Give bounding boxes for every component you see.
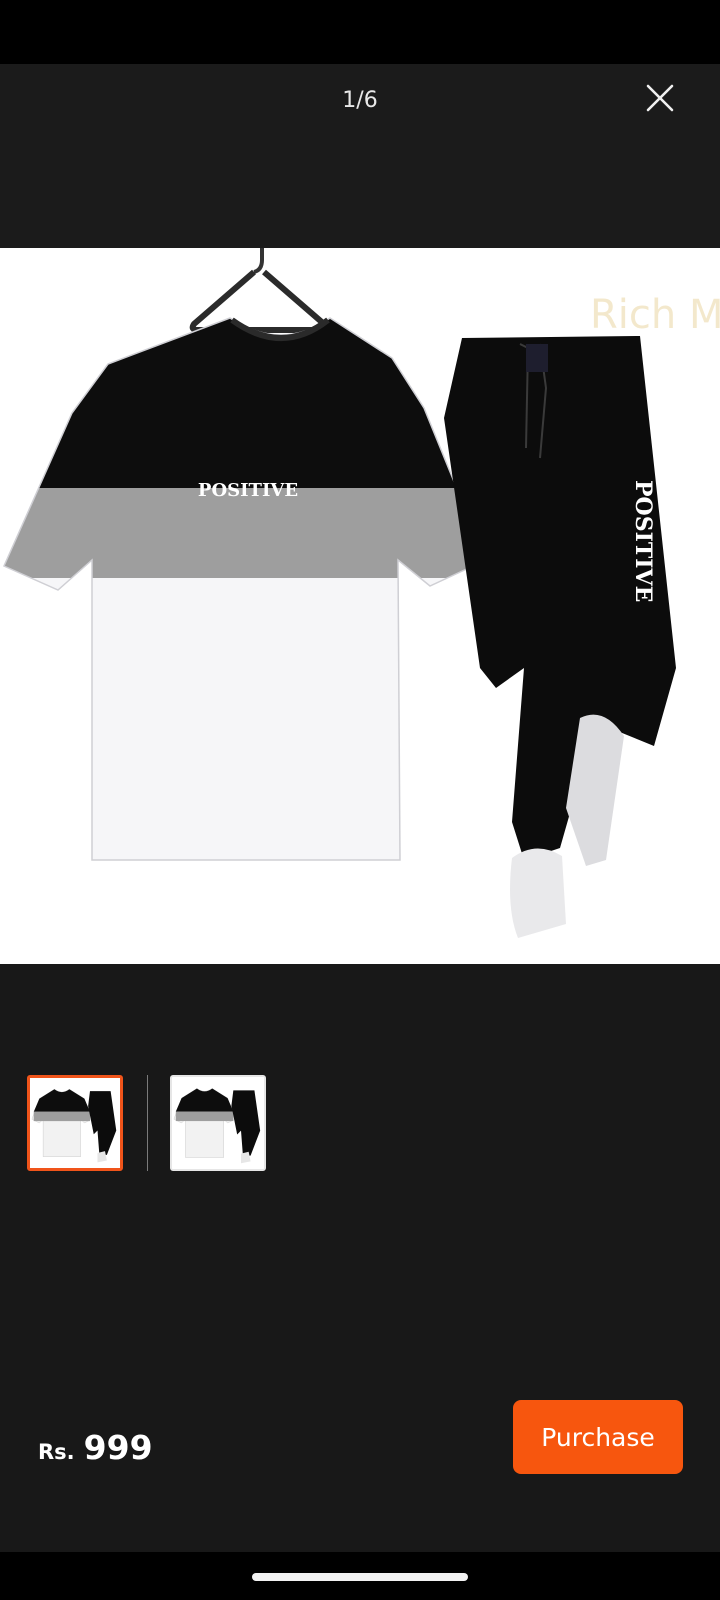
watermark-text: Rich MAN (590, 292, 720, 338)
product-image[interactable]: POSITIVE Rich MAN POSITIVE (0, 248, 720, 964)
navigation-bar (0, 1552, 720, 1600)
price: Rs. 999 (38, 1428, 153, 1467)
thumbnail-1[interactable] (27, 1075, 123, 1171)
price-value: 999 (83, 1428, 153, 1467)
watermark-logo: Rich MAN (590, 292, 720, 338)
tshirt-print: POSITIVE (198, 480, 298, 501)
close-button[interactable] (640, 78, 680, 118)
pants-print: POSITIVE (630, 480, 656, 602)
thumbnail-strip (27, 1075, 266, 1171)
tshirt (4, 318, 486, 860)
image-counter: 1/6 (342, 88, 378, 113)
close-icon (646, 84, 674, 112)
jogger-pants: POSITIVE (444, 336, 676, 938)
thumbnail-2[interactable] (170, 1075, 266, 1171)
hanger (189, 248, 330, 333)
purchase-button[interactable]: Purchase (513, 1400, 683, 1474)
home-indicator[interactable] (252, 1573, 468, 1581)
thumbnail-divider (147, 1075, 148, 1171)
price-currency: Rs. (38, 1440, 75, 1464)
status-bar (0, 0, 720, 64)
